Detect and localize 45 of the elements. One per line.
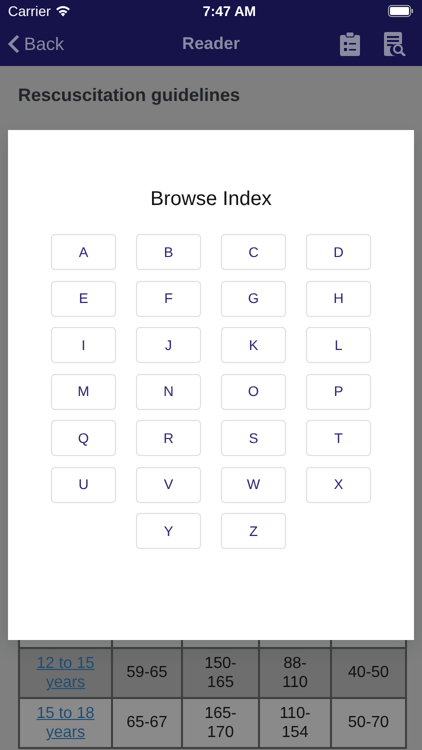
letter-button[interactable]: X bbox=[306, 466, 371, 502]
letter-button[interactable]: N bbox=[136, 374, 201, 410]
letter-button[interactable]: U bbox=[51, 466, 116, 502]
letter-button[interactable]: V bbox=[136, 466, 201, 502]
table-cell-text: 50-70 bbox=[348, 713, 389, 733]
clipboard-list-icon[interactable] bbox=[340, 32, 360, 56]
letter-button[interactable]: E bbox=[51, 280, 116, 316]
back-button[interactable]: Back bbox=[8, 30, 128, 58]
letter-button[interactable]: R bbox=[136, 420, 201, 456]
letter-button[interactable]: O bbox=[221, 374, 286, 410]
letter-button[interactable]: H bbox=[306, 280, 371, 316]
letter-button[interactable]: K bbox=[221, 327, 286, 363]
wifi-icon bbox=[54, 5, 71, 17]
screen-title: Reader bbox=[182, 34, 240, 53]
table-cell-text: 165-170 bbox=[203, 704, 238, 742]
letter-button[interactable]: W bbox=[221, 466, 286, 502]
letter-button[interactable]: L bbox=[306, 327, 371, 363]
table-cell-text: 88-110 bbox=[281, 654, 309, 692]
table-cell-text: 150-165 bbox=[203, 654, 238, 692]
letter-button[interactable]: Z bbox=[221, 513, 286, 549]
letter-button[interactable]: D bbox=[306, 234, 371, 270]
letter-button[interactable]: G bbox=[221, 280, 286, 316]
battery-icon bbox=[388, 5, 414, 17]
letter-button[interactable]: T bbox=[306, 420, 371, 456]
dialog-title: Browse Index bbox=[149, 187, 273, 212]
table-cell-text: 65-67 bbox=[126, 713, 168, 733]
letter-button[interactable]: B bbox=[136, 234, 201, 270]
clock: 7:47 AM bbox=[202, 2, 256, 20]
letter-button[interactable]: F bbox=[136, 280, 201, 316]
carrier-label: Carrier bbox=[8, 2, 51, 20]
document-search-icon[interactable] bbox=[384, 32, 406, 56]
letter-button[interactable]: J bbox=[136, 327, 201, 363]
page-heading: Rescuscitation guidelines bbox=[18, 84, 242, 107]
table-cell-text: 110-154 bbox=[278, 704, 312, 742]
letter-button[interactable]: I bbox=[51, 327, 116, 363]
letter-button[interactable]: M bbox=[51, 374, 116, 410]
letter-button[interactable]: Y bbox=[136, 513, 201, 549]
letter-button[interactable]: S bbox=[221, 420, 286, 456]
letter-button[interactable]: C bbox=[221, 234, 286, 270]
letter-button[interactable]: A bbox=[51, 234, 116, 270]
letter-button[interactable]: P bbox=[306, 374, 371, 410]
table-cell-text: 40-50 bbox=[348, 663, 389, 683]
letter-button[interactable]: Q bbox=[51, 420, 116, 456]
table-cell-text: 59-65 bbox=[126, 663, 168, 683]
chevron-left-icon bbox=[8, 34, 20, 54]
